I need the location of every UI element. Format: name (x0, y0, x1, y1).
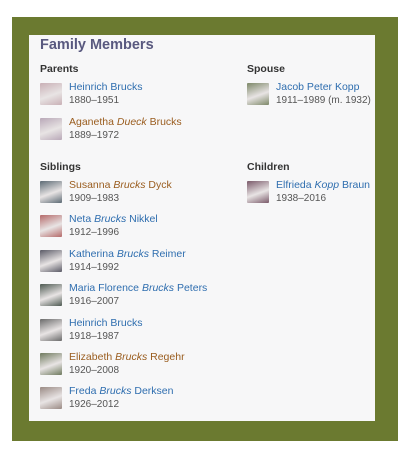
name-maiden: Brucks (141, 282, 175, 295)
person-dates: 1911–1989 (m. 1932) (276, 95, 371, 106)
family-members-panel: Family Members Parents Heinrich Brucks 18… (29, 35, 375, 421)
person-name-link[interactable]: Jacob Peter Kopp (276, 81, 359, 93)
person-photo-thumbnail[interactable] (40, 387, 62, 410)
person-dates: 1926–2012 (69, 399, 120, 411)
person-name-link[interactable]: Susanna Brucks Dyck (69, 179, 172, 191)
person-name-link[interactable]: Freda Brucks Derksen (69, 385, 173, 397)
children-person: Elfrieda Kopp Braun 1938–2016 (247, 179, 375, 209)
name-maiden: Brucks (116, 247, 149, 260)
name-married: Regehr (147, 351, 185, 363)
person-name-link[interactable]: Maria Florence Brucks Peters (69, 282, 207, 294)
name-given: Aganetha (69, 115, 117, 128)
left-column: Parents Heinrich Brucks 1880–1951 Aganetha… (40, 35, 245, 421)
name-maiden: Brucks (115, 351, 148, 363)
section-heading-siblings: Siblings (40, 161, 81, 173)
person-name-link[interactable]: Aganetha Dueck Brucks (69, 116, 182, 128)
siblings-person: Susanna Brucks Dyck 1909–1983 (40, 179, 245, 209)
person-name-link[interactable]: Heinrich Brucks (69, 317, 143, 329)
spouse-person: Jacob Peter Kopp 1911–1989 (m. 1932) (247, 81, 375, 111)
name-maiden: Brucks (94, 213, 127, 226)
siblings-person: Neta Brucks Nikkel 1912–1996 (40, 213, 245, 243)
person-name-link[interactable]: Katherina Brucks Reimer (69, 248, 186, 260)
parents-person: Heinrich Brucks 1880–1951 (40, 81, 245, 111)
person-photo-thumbnail[interactable] (247, 181, 269, 203)
section-heading-parents: Parents (40, 63, 79, 75)
person-name-link[interactable]: Heinrich Brucks (69, 81, 143, 93)
name-given: Neta (69, 213, 95, 226)
person-photo-thumbnail[interactable] (40, 215, 62, 238)
person-photo-thumbnail[interactable] (40, 353, 62, 375)
name-maiden: Kopp (314, 179, 340, 191)
name-married: Braun (339, 179, 370, 191)
name-married: Peters (174, 282, 208, 295)
person-name-link[interactable]: Elfrieda Kopp Braun (276, 179, 370, 191)
name-given: Elfrieda (276, 179, 315, 191)
name-given: Jacob Peter Kopp (276, 81, 360, 93)
name-maiden: Brucks (99, 385, 132, 398)
name-married: Derksen (131, 385, 174, 398)
name-given: Freda (69, 385, 100, 398)
person-photo-thumbnail[interactable] (40, 117, 62, 140)
person-dates: 1916–2007 (69, 296, 120, 308)
name-married: Reimer (148, 247, 186, 260)
person-dates: 1938–2016 (276, 193, 327, 204)
name-married: Nikkel (126, 213, 158, 226)
person-photo-thumbnail[interactable] (40, 181, 62, 203)
name-given: Katherina (69, 247, 117, 260)
person-photo-thumbnail[interactable] (40, 249, 62, 272)
right-column: Spouse Jacob Peter Kopp 1911–1989 (m. 193… (247, 35, 375, 421)
person-dates: 1889–1972 (69, 129, 120, 141)
person-dates: 1920–2008 (69, 365, 120, 376)
person-photo-thumbnail[interactable] (40, 83, 62, 105)
siblings-person: Heinrich Brucks 1918–1987 (40, 317, 245, 347)
name-married: Dyck (145, 179, 172, 191)
name-given: Elizabeth (69, 351, 116, 363)
person-dates: 1909–1983 (69, 193, 120, 204)
section-heading-children: Children (247, 161, 290, 173)
person-dates: 1914–1992 (69, 261, 120, 273)
name-maiden: Dueck (116, 115, 147, 128)
person-name-link[interactable]: Elizabeth Brucks Regehr (69, 351, 185, 363)
name-married: Brucks (146, 115, 182, 128)
name-given: Susanna (69, 179, 114, 191)
name-given: Heinrich Brucks (69, 81, 143, 93)
person-photo-thumbnail[interactable] (247, 83, 269, 105)
siblings-person: Katherina Brucks Reimer 1914–1992 (40, 248, 245, 278)
parents-person: Aganetha Dueck Brucks 1889–1972 (40, 116, 245, 146)
name-given: Maria Florence (69, 282, 142, 295)
person-name-link[interactable]: Neta Brucks Nikkel (69, 213, 158, 225)
siblings-person: Freda Brucks Derksen 1926–2012 (40, 385, 245, 415)
person-dates: 1912–1996 (69, 227, 120, 239)
person-photo-thumbnail[interactable] (40, 318, 62, 341)
siblings-person: Elizabeth Brucks Regehr 1920–2008 (40, 351, 245, 381)
name-maiden: Brucks (113, 179, 146, 191)
person-photo-thumbnail[interactable] (40, 284, 62, 307)
section-heading-spouse: Spouse (247, 63, 285, 75)
person-dates: 1880–1951 (69, 95, 120, 106)
person-dates: 1918–1987 (69, 330, 120, 342)
name-given: Heinrich Brucks (69, 316, 143, 329)
siblings-person: Maria Florence Brucks Peters 1916–2007 (40, 282, 245, 312)
